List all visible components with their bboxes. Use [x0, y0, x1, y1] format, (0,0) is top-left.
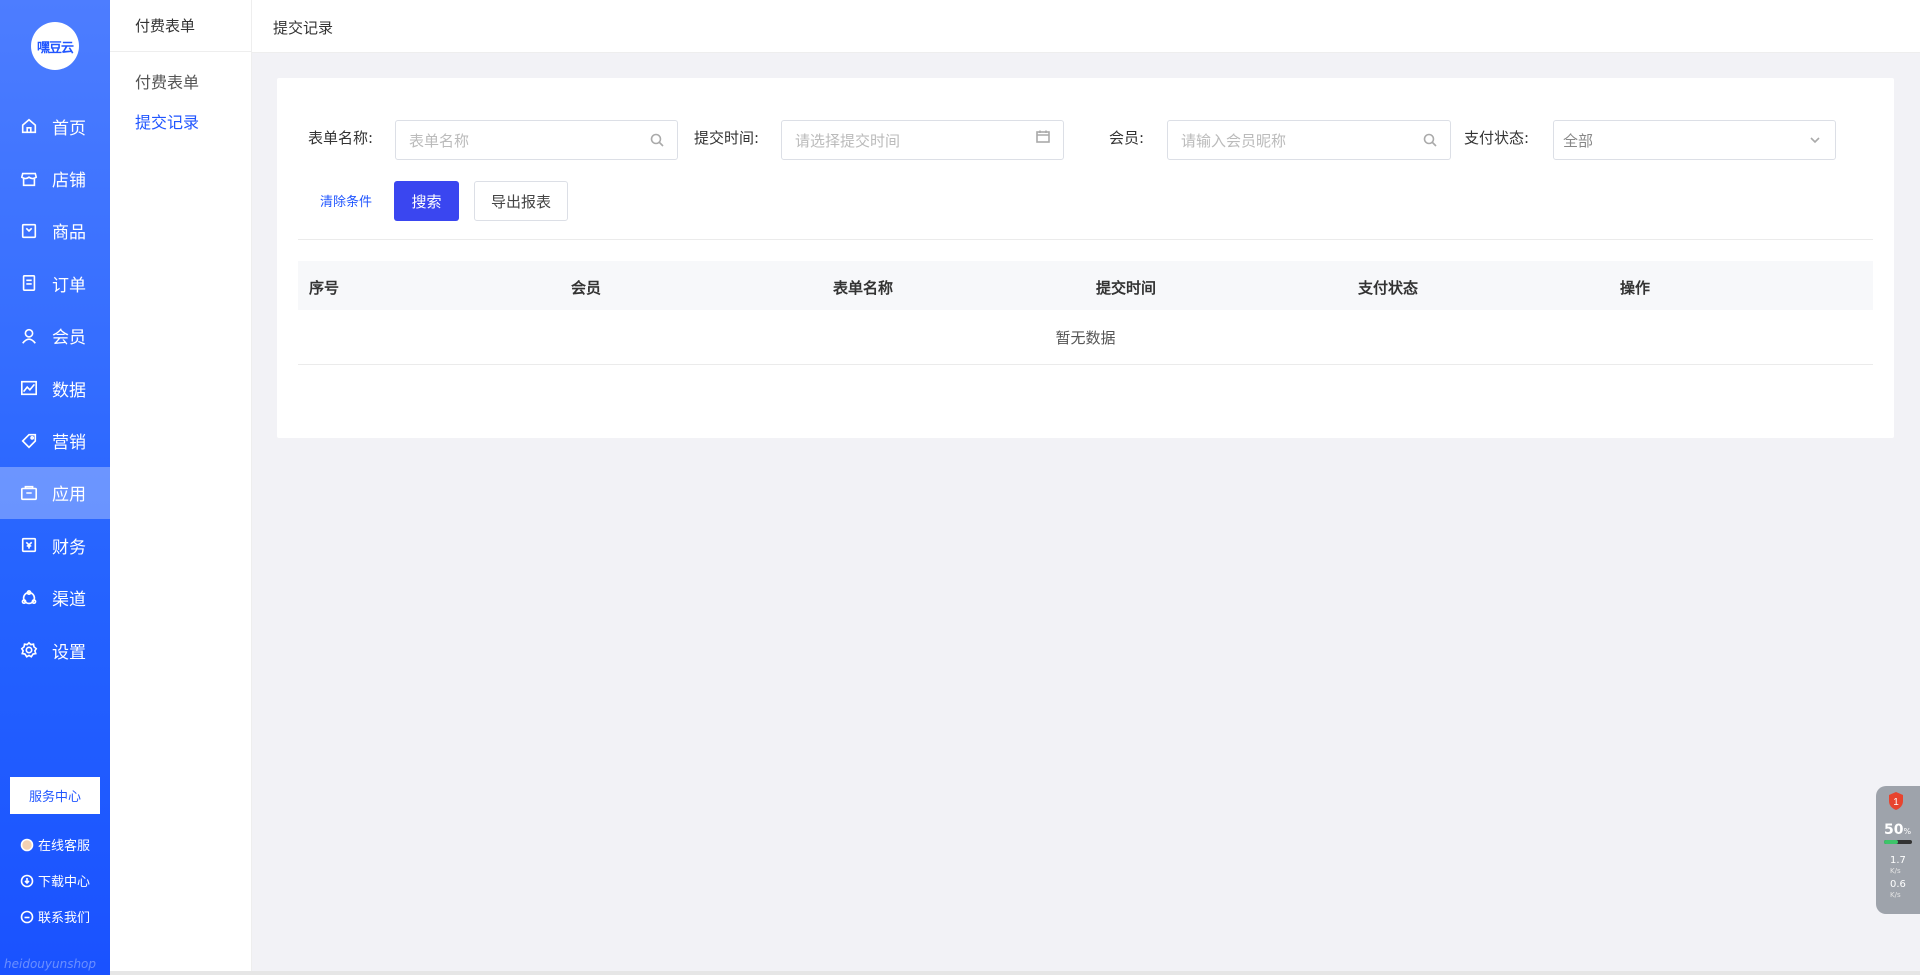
form-name-input[interactable]: 表单名称: [395, 120, 678, 160]
download-speed-unit: K/s: [1890, 891, 1901, 899]
service-center-button[interactable]: 服务中心: [10, 777, 100, 814]
nav-item-home[interactable]: 首页: [0, 100, 110, 152]
chat-icon: [20, 910, 34, 924]
cpu-progress-bar: [1884, 840, 1912, 844]
system-monitor-widget[interactable]: 1 50% 1.7 K/s 0.6 K/s: [1876, 786, 1920, 914]
app-icon: [20, 484, 38, 502]
nav-item-store[interactable]: 店铺: [0, 152, 110, 204]
clear-filters-link[interactable]: 清除条件: [320, 191, 372, 210]
submit-time-picker[interactable]: 请选择提交时间: [781, 120, 1064, 160]
pay-status-value: 全部: [1563, 131, 1594, 150]
chart-icon: [20, 379, 38, 397]
nav-item-member[interactable]: 会员: [0, 310, 110, 362]
nav-item-label: 订单: [52, 275, 86, 296]
member-input[interactable]: 请输入会员昵称: [1167, 120, 1451, 160]
sub-nav-item-submissions[interactable]: 提交记录: [110, 103, 251, 143]
form-name-placeholder: 表单名称: [409, 131, 470, 150]
nav-item-marketing[interactable]: 营销: [0, 414, 110, 466]
submit-time-placeholder: 请选择提交时间: [795, 131, 901, 150]
member-icon: [20, 327, 38, 345]
calendar-icon: [1035, 129, 1051, 145]
form-name-label: 表单名称:: [308, 129, 374, 147]
nav-item-label: 设置: [52, 642, 86, 663]
channel-icon: [20, 589, 38, 607]
empty-state: 暂无数据: [298, 310, 1873, 365]
top-bar: 提交记录: [252, 0, 1920, 53]
nav-item-channel[interactable]: 渠道: [0, 572, 110, 624]
nav-item-label: 应用: [52, 485, 86, 506]
column-header-index: 序号: [309, 279, 340, 297]
nav-item-label: 商品: [52, 223, 86, 244]
cpu-progress-fill: [1884, 840, 1898, 844]
download-icon: [20, 874, 34, 888]
online-service-label: 在线客服: [38, 839, 91, 854]
column-header-pay-status: 支付状态: [1358, 279, 1419, 297]
tag-icon: [20, 432, 38, 450]
pay-status-label: 支付状态:: [1464, 129, 1530, 147]
finance-icon: [20, 536, 38, 554]
main-nav: 首页 店铺 商品 订单 会员 数据 营销 应用 财务 渠道 设置: [0, 100, 110, 676]
chevron-down-icon: [1807, 132, 1823, 148]
nav-item-data[interactable]: 数据: [0, 362, 110, 414]
search-icon: [1422, 132, 1438, 148]
divider: [298, 239, 1873, 240]
contact-us-link[interactable]: 联系我们: [20, 907, 90, 926]
search-icon: [649, 132, 665, 148]
download-center-link[interactable]: 下载中心: [20, 871, 90, 890]
column-header-form-name: 表单名称: [833, 279, 894, 297]
breadcrumb: 提交记录: [273, 19, 334, 37]
bottom-border: [110, 971, 1920, 975]
nav-item-label: 渠道: [52, 590, 86, 611]
filter-and-table-card: 表单名称: 表单名称 提交时间: 请选择提交时间 会员: 请输入会员昵称 支付状…: [277, 78, 1894, 438]
cpu-percent: 50%: [1884, 822, 1911, 838]
logo[interactable]: 嘿豆云: [31, 22, 79, 70]
nav-item-label: 营销: [52, 433, 86, 454]
table-header: 序号 会员 表单名称 提交时间 支付状态 操作: [298, 261, 1873, 310]
nav-item-order[interactable]: 订单: [0, 257, 110, 309]
store-icon: [20, 170, 38, 188]
home-icon: [20, 117, 38, 135]
member-placeholder: 请输入会员昵称: [1181, 131, 1287, 150]
sub-nav-item-paid-form[interactable]: 付费表单: [110, 63, 251, 103]
cpu-percent-value: 50: [1884, 822, 1904, 838]
search-button[interactable]: 搜索: [394, 181, 459, 221]
export-report-button[interactable]: 导出报表: [474, 181, 568, 221]
online-service-link[interactable]: 在线客服: [20, 835, 90, 854]
nav-item-label: 数据: [52, 380, 86, 401]
product-icon: [20, 222, 38, 240]
nav-item-product[interactable]: 商品: [0, 205, 110, 257]
shield-icon: 1: [1887, 791, 1905, 811]
upload-speed-unit: K/s: [1890, 867, 1901, 875]
sub-nav: 付费表单 付费表单 提交记录: [110, 0, 252, 975]
column-header-submit-time: 提交时间: [1096, 279, 1157, 297]
contact-us-label: 联系我们: [38, 911, 91, 926]
download-center-label: 下载中心: [38, 875, 91, 890]
sidebar: 嘿豆云 首页 店铺 商品 订单 会员 数据 营销 应用 财务 渠道 设置 服务中…: [0, 0, 110, 975]
customer-service-icon: [20, 838, 34, 852]
gear-icon: [20, 641, 38, 659]
logo-text: 嘿豆云: [36, 40, 74, 56]
download-speed: 0.6 K/s: [1890, 880, 1906, 900]
upload-speed-value: 1.7: [1890, 855, 1906, 866]
nav-item-label: 会员: [52, 328, 86, 349]
pay-status-select[interactable]: 全部: [1553, 120, 1836, 160]
order-icon: [20, 274, 38, 292]
upload-speed: 1.7 K/s: [1890, 856, 1906, 876]
download-speed-value: 0.6: [1890, 879, 1906, 890]
nav-item-settings[interactable]: 设置: [0, 624, 110, 676]
column-header-member: 会员: [571, 279, 602, 297]
column-header-actions: 操作: [1620, 279, 1651, 297]
nav-item-finance[interactable]: 财务: [0, 519, 110, 571]
nav-item-app[interactable]: 应用: [0, 466, 110, 520]
nav-item-label: 财务: [52, 537, 86, 558]
submit-time-label: 提交时间:: [694, 129, 760, 147]
watermark: heidouyunshop: [4, 957, 97, 971]
nav-item-label: 店铺: [52, 171, 86, 192]
cpu-percent-unit: %: [1903, 827, 1912, 836]
nav-item-label: 首页: [52, 118, 86, 139]
member-label: 会员:: [1109, 129, 1145, 147]
monitor-badge-text: 1: [1893, 797, 1899, 808]
